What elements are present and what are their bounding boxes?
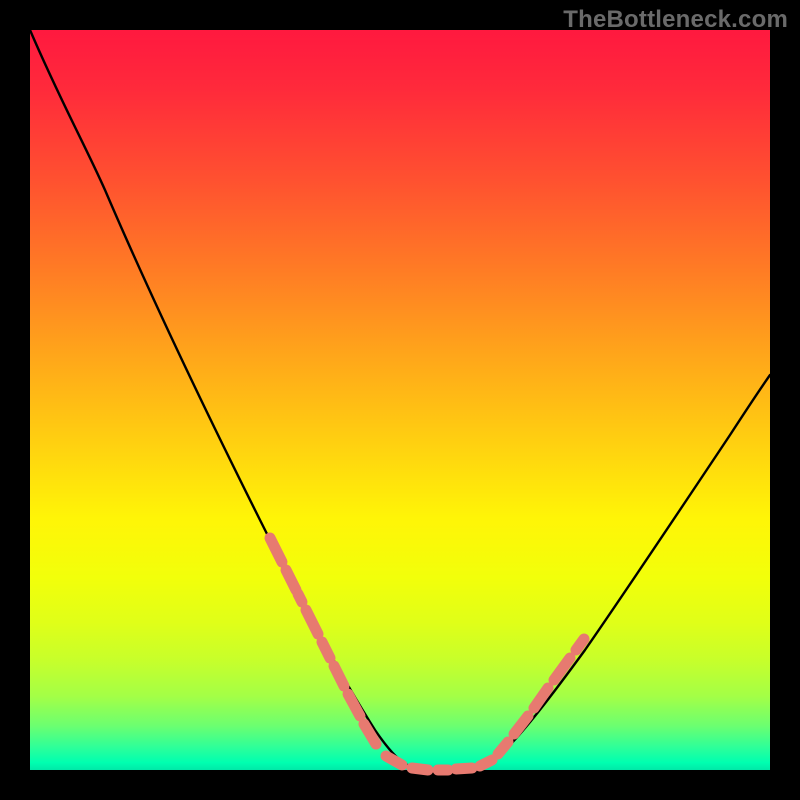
bottleneck-curve (30, 30, 770, 770)
curve-svg (30, 30, 770, 770)
highlight-valley (386, 756, 492, 770)
highlight-left (270, 538, 376, 744)
plot-area (30, 30, 770, 770)
chart-stage: TheBottleneck.com (0, 0, 800, 800)
highlight-right (498, 639, 584, 754)
